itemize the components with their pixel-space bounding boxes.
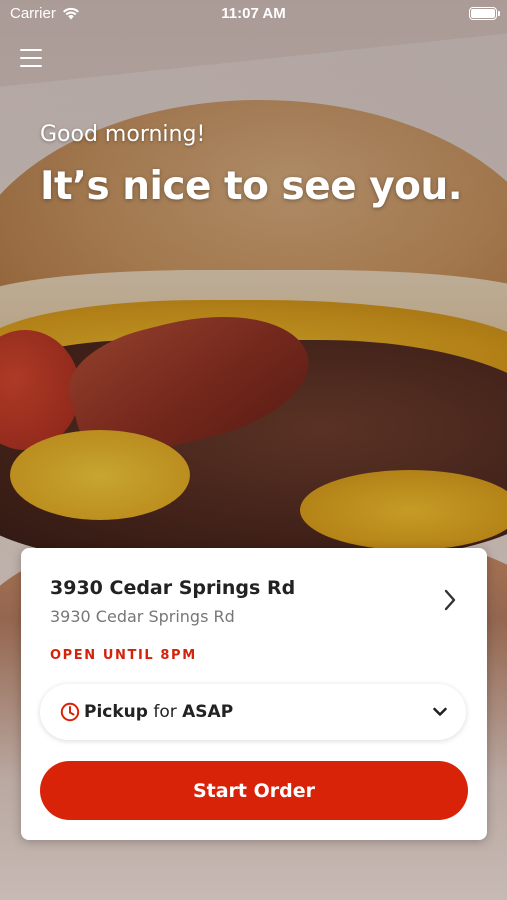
- order-mode-dropdown[interactable]: Pickup for ASAP: [40, 684, 466, 740]
- status-bar: Carrier 11:07 AM: [0, 0, 507, 28]
- clock-icon: [60, 702, 80, 722]
- start-order-button[interactable]: Start Order: [40, 761, 468, 820]
- battery-icon: [469, 7, 500, 20]
- greeting-title: It’s nice to see you.: [40, 164, 463, 209]
- chevron-down-icon: [433, 707, 447, 716]
- store-name: 3930 Cedar Springs Rd: [50, 577, 296, 599]
- order-mode-text: Pickup for ASAP: [84, 702, 233, 722]
- order-mode-type: Pickup: [84, 702, 148, 722]
- store-address: 3930 Cedar Springs Rd: [50, 607, 235, 626]
- order-mode-time: ASAP: [182, 702, 234, 722]
- store-selector[interactable]: 3930 Cedar Springs Rd 3930 Cedar Springs…: [21, 548, 487, 638]
- store-hours: OPEN UNTIL 8PM: [50, 648, 197, 663]
- hamburger-menu-icon[interactable]: [18, 46, 44, 70]
- greeting-subtitle: Good morning!: [40, 122, 206, 147]
- order-mode-connector: for: [153, 702, 177, 722]
- chevron-right-icon: [444, 589, 456, 611]
- store-card: 3930 Cedar Springs Rd 3930 Cedar Springs…: [21, 548, 487, 840]
- status-time: 11:07 AM: [221, 5, 286, 22]
